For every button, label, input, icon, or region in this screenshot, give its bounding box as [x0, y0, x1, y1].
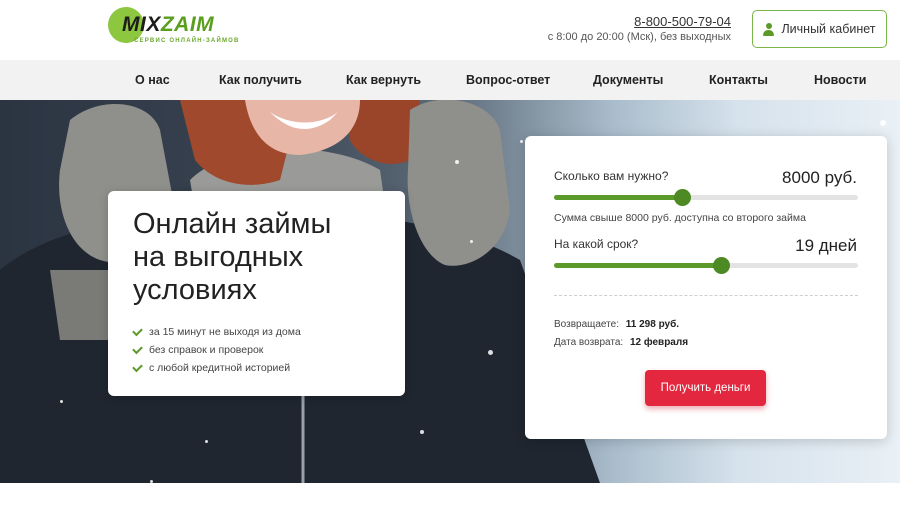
feature-text: за 15 минут не выходя из дома	[149, 326, 301, 338]
repay-date-label: Дата возврата:	[554, 337, 624, 348]
logo-tagline: СЕРВИС ОНЛАЙН-ЗАЙМОВ	[134, 38, 240, 44]
personal-account-label: Личный кабинет	[781, 22, 876, 36]
check-icon	[132, 325, 143, 336]
promo-card: Онлайн займы на выгодных условиях за 15 …	[108, 191, 405, 396]
promo-title-line: Онлайн займы	[133, 208, 332, 240]
check-icon	[132, 343, 143, 354]
feature-item: без справок и проверок	[132, 343, 264, 356]
loan-calculator: Сколько вам нужно? 8000 руб. Сумма свыше…	[525, 136, 887, 439]
phone-link[interactable]: 8-800-500-79-04	[634, 14, 731, 29]
feature-text: с любой кредитной историей	[149, 362, 291, 374]
promo-title: Онлайн займы на выгодных условиях	[133, 208, 393, 307]
user-icon	[763, 22, 775, 36]
snowflake	[150, 480, 153, 483]
term-slider-handle[interactable]	[713, 257, 731, 274]
term-value: 19 дней	[795, 236, 857, 255]
repay-amount: Возвращаете: 11 298 руб.	[554, 319, 679, 330]
snowflake	[455, 160, 459, 164]
repay-label: Возвращаете:	[554, 319, 619, 330]
mixzaim-logo[interactable]: MIXZAIM СЕРВИС ОНЛАЙН-ЗАЙМОВ	[108, 7, 238, 47]
repay-date-value: 12 февраля	[629, 337, 689, 348]
nav-item-contacts[interactable]: Контакты	[709, 73, 768, 87]
repay-value: 11 298 руб.	[625, 319, 680, 330]
amount-slider-handle[interactable]	[673, 189, 691, 206]
amount-slider-fill	[554, 195, 682, 200]
nav-item-about[interactable]: О нас	[135, 73, 170, 87]
promo-title-line: условиях	[133, 274, 257, 306]
nav-item-faq[interactable]: Вопрос-ответ	[466, 73, 550, 87]
term-slider[interactable]	[554, 257, 858, 274]
dashed-divider	[554, 295, 858, 296]
term-label: На какой срок?	[554, 237, 639, 251]
feature-item: за 15 минут не выходя из дома	[132, 325, 301, 338]
snowflake	[205, 440, 208, 443]
get-money-button[interactable]: Получить деньги	[645, 370, 766, 406]
nav-item-news[interactable]: Новости	[814, 73, 866, 87]
repay-date: Дата возврата: 12 февраля	[554, 337, 688, 348]
logo-zaim: ZAIM	[160, 13, 215, 36]
snowflake	[520, 140, 523, 143]
term-slider-fill	[554, 263, 722, 268]
site-header: MIXZAIM СЕРВИС ОНЛАЙН-ЗАЙМОВ 8-800-500-7…	[0, 0, 900, 60]
snowflake	[470, 240, 473, 243]
amount-slider[interactable]	[554, 189, 858, 206]
working-hours: с 8:00 до 20:00 (Мск), без выходных	[547, 31, 731, 43]
feature-text: без справок и проверок	[149, 344, 264, 356]
check-icon	[132, 361, 143, 372]
snowflake	[880, 120, 886, 126]
nav-item-how-to-get[interactable]: Как получить	[219, 73, 302, 87]
nav-item-how-to-repay[interactable]: Как вернуть	[346, 73, 421, 87]
nav-item-documents[interactable]: Документы	[593, 73, 663, 87]
personal-account-button[interactable]: Личный кабинет	[752, 10, 887, 48]
snowflake	[488, 350, 493, 355]
main-nav: О нас Как получить Как вернуть Вопрос-от…	[0, 60, 900, 100]
feature-item: с любой кредитной историей	[132, 361, 291, 374]
snowflake	[420, 430, 424, 434]
logo-wordmark: MIXZAIM	[122, 14, 214, 36]
amount-value: 8000 руб.	[782, 168, 857, 187]
amount-label: Сколько вам нужно?	[554, 169, 669, 183]
amount-note: Сумма свыше 8000 руб. доступна со второг…	[554, 212, 806, 224]
snowflake	[60, 400, 63, 403]
logo-mix: MIX	[122, 13, 161, 36]
promo-title-line: на выгодных	[133, 241, 304, 273]
